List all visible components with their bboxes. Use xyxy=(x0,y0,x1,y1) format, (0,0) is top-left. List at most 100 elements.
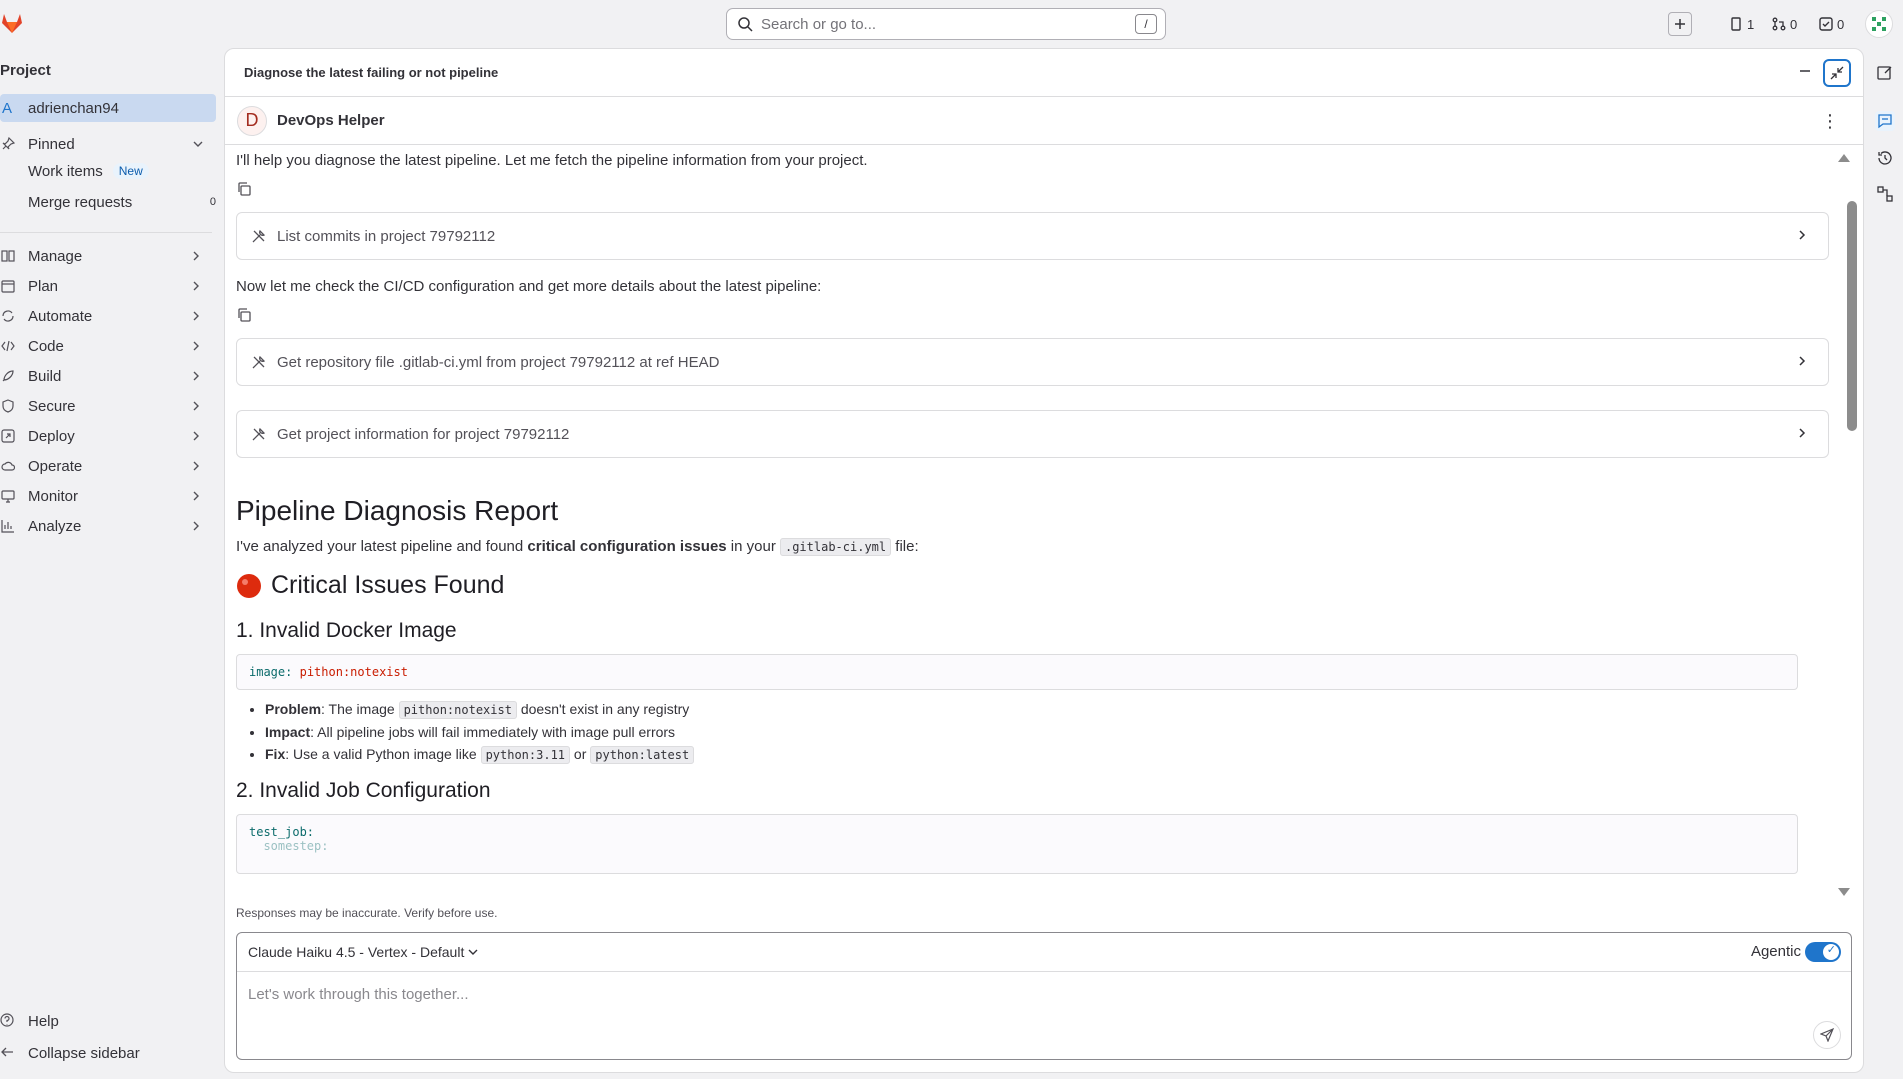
sidebar-item-label: Analyze xyxy=(28,517,82,535)
code-key: somestep: xyxy=(249,839,329,853)
sidebar-item-manage[interactable]: Manage xyxy=(0,242,216,270)
tools-icon xyxy=(252,427,266,441)
tool-call-get-file[interactable]: Get repository file .gitlab-ci.yml from … xyxy=(236,338,1829,386)
sidebar-divider xyxy=(0,232,212,233)
chevron-right-icon xyxy=(193,311,199,321)
chat-scrollbar[interactable] xyxy=(1847,201,1857,431)
project-name: adrienchan94 xyxy=(28,99,119,117)
inline-code: .gitlab-ci.yml xyxy=(779,538,892,556)
create-new-button[interactable] xyxy=(1668,12,1692,36)
model-selector[interactable]: Claude Haiku 4.5 - Vertex - Default xyxy=(248,944,478,960)
chevron-down-icon xyxy=(468,949,478,955)
sidebar-item-label: Pinned xyxy=(28,135,75,153)
monitor-icon xyxy=(0,488,16,504)
tool-call-project-info[interactable]: Get project information for project 7979… xyxy=(236,410,1829,458)
sidebar-item-work-items[interactable]: Work items New xyxy=(28,158,149,184)
tools-icon xyxy=(252,229,266,243)
list-item: Fix: Use a valid Python image like pytho… xyxy=(265,743,695,766)
inline-code: pithon:notexist xyxy=(398,701,517,719)
cloud-icon xyxy=(0,458,16,474)
intro-text: file: xyxy=(891,538,919,555)
issue-heading: 1. Invalid Docker Image xyxy=(236,619,457,642)
sidebar-project-link[interactable]: A adrienchan94 xyxy=(0,94,216,122)
history-icon xyxy=(1878,151,1892,165)
issue-heading: 2. Invalid Job Configuration xyxy=(236,779,491,802)
sidebar-item-secure[interactable]: Secure xyxy=(0,392,216,420)
report-intro: I've analyzed your latest pipeline and f… xyxy=(236,538,919,556)
pin-icon xyxy=(0,136,16,152)
agentic-toggle[interactable]: ✓ xyxy=(1805,942,1841,962)
scroll-down-icon[interactable] xyxy=(1837,887,1851,897)
assistant-message: Now let me check the CI/CD configuration… xyxy=(236,278,822,295)
critical-heading: Critical Issues Found xyxy=(236,571,504,600)
search-input[interactable]: Search or go to... / xyxy=(726,8,1166,40)
todos-button[interactable]: 0 xyxy=(1819,12,1844,36)
bullet-text: : All pipeline jobs will fail immediatel… xyxy=(310,724,676,740)
code-key: test_job: xyxy=(249,825,315,839)
sidebar: Project A adrienchan94 Pinned Work items… xyxy=(0,48,222,1079)
issues-button[interactable]: 1 xyxy=(1729,12,1754,36)
rail-chat-button[interactable] xyxy=(1875,111,1895,131)
chevron-right-icon xyxy=(1799,356,1806,366)
agent-avatar: D xyxy=(237,105,267,136)
todos-count: 0 xyxy=(1837,16,1845,32)
sidebar-item-label: Build xyxy=(28,367,62,385)
minimize-icon[interactable] xyxy=(1797,63,1813,79)
search-shortcut-key: / xyxy=(1135,14,1157,34)
sidebar-item-build[interactable]: Build xyxy=(0,362,216,390)
send-button[interactable] xyxy=(1813,1021,1841,1049)
collapse-sidebar-label: Collapse sidebar xyxy=(28,1044,140,1062)
sidebar-item-monitor[interactable]: Monitor xyxy=(0,482,216,510)
sidebar-item-automate[interactable]: Automate xyxy=(0,302,216,330)
chat-input[interactable]: Let's work through this together... xyxy=(248,986,469,1003)
rail-history-button[interactable] xyxy=(1875,148,1895,168)
more-options-icon[interactable]: ⋮ xyxy=(1821,111,1839,131)
rail-edit-button[interactable] xyxy=(1875,62,1895,82)
sidebar-item-pinned[interactable]: Pinned xyxy=(0,130,216,158)
sidebar-item-analyze[interactable]: Analyze xyxy=(0,512,216,540)
sidebar-item-operate[interactable]: Operate xyxy=(0,452,216,480)
code-block: image: pithon:notexist xyxy=(236,654,1798,690)
rail-flows-button[interactable] xyxy=(1875,184,1895,204)
deploy-icon xyxy=(0,428,16,444)
merge-requests-button[interactable]: 0 xyxy=(1772,12,1797,36)
gitlab-logo-icon[interactable] xyxy=(0,10,24,36)
merge-requests-count-badge: 0 xyxy=(209,196,216,208)
critical-heading-text: Critical Issues Found xyxy=(271,571,505,599)
user-avatar[interactable] xyxy=(1865,10,1893,38)
help-label: Help xyxy=(28,1012,59,1030)
scroll-up-icon[interactable] xyxy=(1837,153,1851,163)
composer-toolbar: Claude Haiku 4.5 - Vertex - Default Agen… xyxy=(237,933,1851,972)
collapse-panel-button[interactable] xyxy=(1823,59,1851,87)
inline-code: python:3.11 xyxy=(480,746,571,764)
collapse-sidebar-button[interactable]: Collapse sidebar xyxy=(0,1041,140,1065)
report-heading: Pipeline Diagnosis Report xyxy=(236,495,559,526)
sidebar-item-label: Monitor xyxy=(28,487,79,505)
tool-call-list-commits[interactable]: List commits in project 79792112 xyxy=(236,212,1829,260)
list-item: Problem: The image pithon:notexist doesn… xyxy=(265,698,694,721)
sidebar-title: Project xyxy=(0,62,51,79)
sidebar-item-plan[interactable]: Plan xyxy=(0,272,216,300)
manage-icon xyxy=(0,248,16,264)
sidebar-item-label: Plan xyxy=(28,277,59,295)
sidebar-item-label: Code xyxy=(28,337,64,355)
help-button[interactable]: Help xyxy=(0,1009,59,1033)
tool-call-label: Get project information for project 7979… xyxy=(277,425,570,443)
bullet-text: or xyxy=(570,746,591,762)
sidebar-item-code[interactable]: Code xyxy=(0,332,216,360)
edit-icon xyxy=(1877,66,1892,80)
sidebar-item-merge-requests[interactable]: Merge requests 0 xyxy=(28,189,216,215)
intro-text: I've analyzed your latest pipeline and f… xyxy=(236,538,528,555)
intro-bold: critical configuration issues xyxy=(527,538,727,555)
chevron-right-icon xyxy=(193,521,199,531)
code-icon xyxy=(0,338,16,354)
plan-icon xyxy=(0,278,16,294)
merge-requests-count: 0 xyxy=(1790,16,1798,32)
copy-icon[interactable] xyxy=(236,307,252,323)
chevron-right-icon xyxy=(1799,230,1806,240)
list-item: Impact: All pipeline jobs will fail imme… xyxy=(265,721,694,743)
copy-icon[interactable] xyxy=(236,181,252,197)
code-block: test_job: somestep: xyxy=(236,814,1798,874)
search-placeholder: Search or go to... xyxy=(761,15,877,33)
sidebar-item-deploy[interactable]: Deploy xyxy=(0,422,216,450)
